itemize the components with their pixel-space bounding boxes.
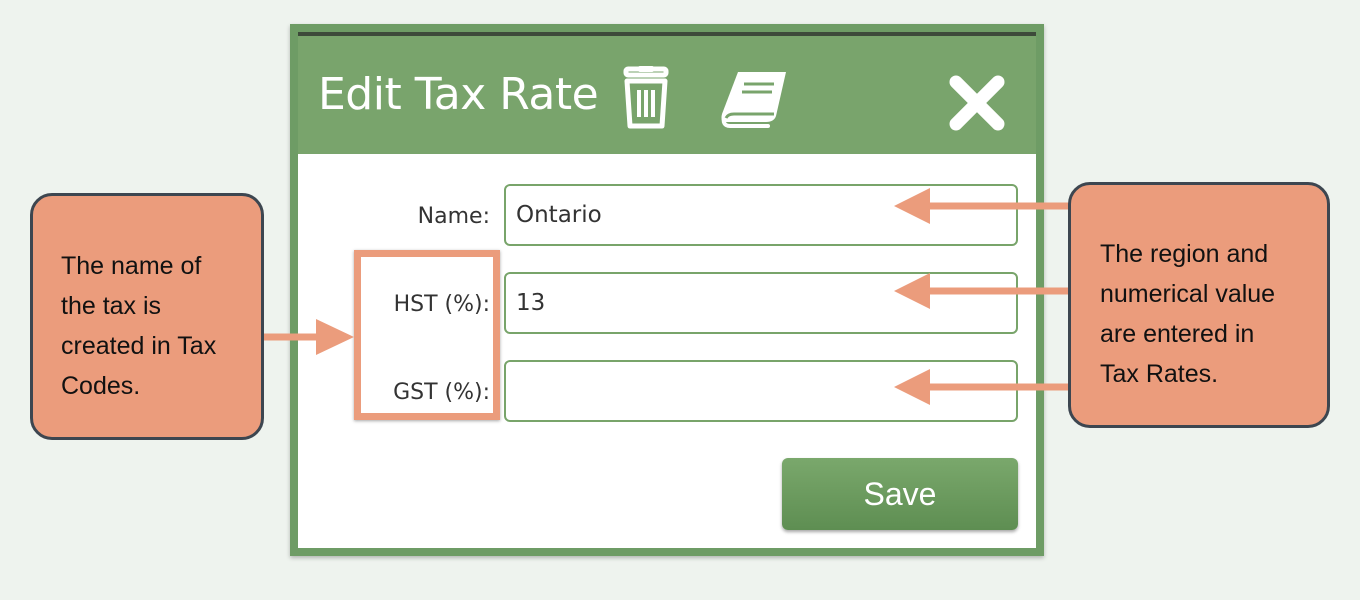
callout-line: Codes.: [61, 372, 141, 400]
gst-arrow-head: [894, 369, 930, 405]
tax-codes-callout: The name of the tax is created in Tax Co…: [30, 193, 264, 440]
callout-line: The region and: [1100, 240, 1269, 268]
callout-line: The name of: [61, 252, 202, 280]
hst-arrow-head: [894, 273, 930, 309]
callout-line: are entered in: [1100, 320, 1255, 348]
callout-line: the tax is: [61, 292, 162, 320]
left-arrow-head: [316, 319, 354, 355]
callout-line: created in Tax: [61, 332, 217, 360]
callout-line: Tax Rates.: [1100, 360, 1219, 388]
callout-line: numerical value: [1100, 280, 1276, 308]
name-arrow-head: [894, 188, 930, 224]
tax-rates-callout: The region and numerical value are enter…: [1068, 182, 1330, 428]
